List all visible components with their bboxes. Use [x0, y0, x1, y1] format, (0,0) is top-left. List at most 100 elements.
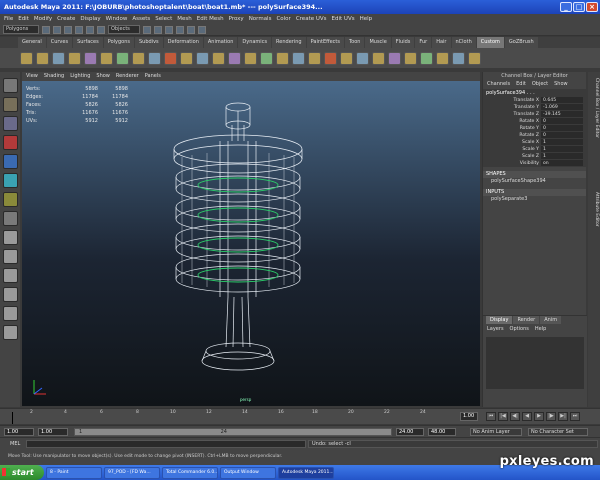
attribute-row[interactable]: Scale Z1	[483, 153, 586, 160]
shelf-tool-icon[interactable]	[356, 51, 369, 65]
menu-proxy[interactable]: Proxy	[229, 14, 244, 24]
tab-fur[interactable]: Fur	[415, 37, 432, 48]
selection-mask-dropdown[interactable]: Objects	[108, 25, 140, 34]
shelf-tool-icon[interactable]	[212, 51, 225, 65]
shelf-tool-icon[interactable]	[196, 51, 209, 65]
layer-menu-help[interactable]: Help	[535, 326, 546, 332]
playback-start-field[interactable]: 1.00	[38, 428, 68, 436]
tab-ncloth[interactable]: nCloth	[451, 37, 476, 48]
menu-set-dropdown[interactable]: Polygons	[3, 25, 39, 34]
viewport-menu-lighting[interactable]: Lighting	[70, 72, 90, 81]
select-component-icon[interactable]	[97, 25, 105, 34]
shelf-tool-icon[interactable]	[388, 51, 401, 65]
rotate-tool-icon[interactable]	[2, 154, 18, 169]
shelf-tool-icon[interactable]	[116, 51, 129, 65]
tab-subdivs[interactable]: Subdivs	[135, 37, 163, 48]
tab-anim-layers[interactable]: Anim	[540, 316, 562, 324]
shelf-tool-icon[interactable]	[292, 51, 305, 65]
menu-assets[interactable]: Assets	[132, 14, 150, 24]
wireframe-model[interactable]	[22, 81, 480, 406]
tab-fluids[interactable]: Fluids	[391, 37, 415, 48]
open-scene-icon[interactable]	[53, 25, 61, 34]
menu-color[interactable]: Color	[276, 14, 290, 24]
scale-tool-icon[interactable]	[2, 173, 18, 188]
tab-polygons[interactable]: Polygons	[103, 37, 134, 48]
shelf-tool-icon[interactable]	[436, 51, 449, 65]
menu-edit-uvs[interactable]: Edit UVs	[332, 14, 355, 24]
attribute-row[interactable]: Translate Z -39.145	[483, 111, 586, 118]
tab-dynamics[interactable]: Dynamics	[238, 37, 272, 48]
start-button[interactable]: start	[0, 465, 44, 480]
current-frame-field[interactable]: 1.00	[460, 412, 478, 421]
channel-box-menu-channels[interactable]: Channels	[487, 80, 510, 89]
layout-four-icon[interactable]	[2, 249, 18, 264]
menu-edit[interactable]: Edit	[18, 14, 29, 24]
taskbar-item[interactable]: 97_POD - [FD Wa...	[104, 466, 160, 479]
attribute-row[interactable]: Translate Y -1.069	[483, 104, 586, 111]
menu-file[interactable]: File	[4, 14, 13, 24]
taskbar-item[interactable]: Total Commander 6.0...	[162, 466, 218, 479]
viewport-menu-shading[interactable]: Shading	[44, 72, 64, 81]
shelf-tool-icon[interactable]	[324, 51, 337, 65]
layout-persp-outliner-icon[interactable]	[2, 268, 18, 283]
shelf-tool-icon[interactable]	[164, 51, 177, 65]
menu-normals[interactable]: Normals	[249, 14, 272, 24]
tab-deformation[interactable]: Deformation	[163, 37, 203, 48]
tab-render-layers[interactable]: Render	[513, 316, 540, 324]
step-back-frame-button[interactable]: ◀|	[510, 412, 520, 421]
shelf-tool-icon[interactable]	[68, 51, 81, 65]
render-icon[interactable]	[176, 25, 184, 34]
universal-manipulator-icon[interactable]	[2, 192, 18, 207]
close-button[interactable]: ×	[586, 2, 598, 12]
tab-toon[interactable]: Toon	[344, 37, 365, 48]
viewport-menu-renderer[interactable]: Renderer	[116, 72, 139, 81]
soft-modification-icon[interactable]	[2, 211, 18, 226]
command-language-label[interactable]: MEL	[10, 441, 20, 447]
snap-curve-icon[interactable]	[154, 25, 162, 34]
menu-modify[interactable]: Modify	[34, 14, 52, 24]
attribute-row[interactable]: Translate X 0.645	[483, 97, 586, 104]
new-scene-icon[interactable]	[42, 25, 50, 34]
paint-select-tool-icon[interactable]	[2, 116, 18, 131]
layer-menu-options[interactable]: Options	[510, 326, 529, 332]
perspective-viewport[interactable]: Verts: 5898 5898 Edges: 11784 11784 Faces: 58…	[22, 81, 480, 406]
tab-gozbrush[interactable]: GoZBrush	[504, 37, 538, 48]
taskbar-item[interactable]: Output Window	[220, 466, 276, 479]
go-to-start-button[interactable]: ⏮	[486, 412, 496, 421]
select-tool-icon[interactable]	[2, 78, 18, 93]
shelf-tool-icon[interactable]	[260, 51, 273, 65]
attribute-row[interactable]: Rotate Y0	[483, 125, 586, 132]
shelf-tool-icon[interactable]	[180, 51, 193, 65]
layout-persp-graph-icon[interactable]	[2, 287, 18, 302]
taskbar-item[interactable]: Autodesk Maya 2011...	[278, 466, 334, 479]
play-backwards-button[interactable]: ◀	[522, 412, 532, 421]
viewport-menu-show[interactable]: Show	[96, 72, 110, 81]
shelf-tool-icon[interactable]	[36, 51, 49, 65]
start-time-field[interactable]: 1.00	[4, 428, 34, 436]
current-time-indicator[interactable]	[12, 412, 13, 424]
viewport-menu-panels[interactable]: Panels	[145, 72, 161, 81]
menu-window[interactable]: Window	[106, 14, 128, 24]
attribute-row[interactable]: Scale Y1	[483, 146, 586, 153]
menu-select[interactable]: Select	[155, 14, 172, 24]
save-scene-icon[interactable]	[64, 25, 72, 34]
tab-hair[interactable]: Hair	[432, 37, 451, 48]
shelf-tool-icon[interactable]	[228, 51, 241, 65]
tab-animation[interactable]: Animation	[203, 37, 238, 48]
playback-end-field[interactable]: 24.00	[396, 428, 424, 436]
selected-object-name[interactable]: polySurface394 . . .	[483, 89, 586, 97]
shelf-tool-icon[interactable]	[404, 51, 417, 65]
anim-layer-dropdown[interactable]: No Anim Layer	[470, 428, 522, 436]
character-set-dropdown[interactable]: No Character Set	[528, 428, 588, 436]
shelf-tool-icon[interactable]	[372, 51, 385, 65]
viewport-menu-view[interactable]: View	[26, 72, 38, 81]
menu-display[interactable]: Display	[80, 14, 100, 24]
attribute-row[interactable]: Visibility on	[483, 160, 586, 167]
move-tool-icon[interactable]	[2, 135, 18, 150]
attribute-row[interactable]: Rotate Z0	[483, 132, 586, 139]
select-hierarchy-icon[interactable]	[75, 25, 83, 34]
shelf-tool-icon[interactable]	[420, 51, 433, 65]
shelf-tool-icon[interactable]	[20, 51, 33, 65]
layout-single-icon[interactable]	[2, 230, 18, 245]
end-time-field[interactable]: 48.00	[428, 428, 456, 436]
